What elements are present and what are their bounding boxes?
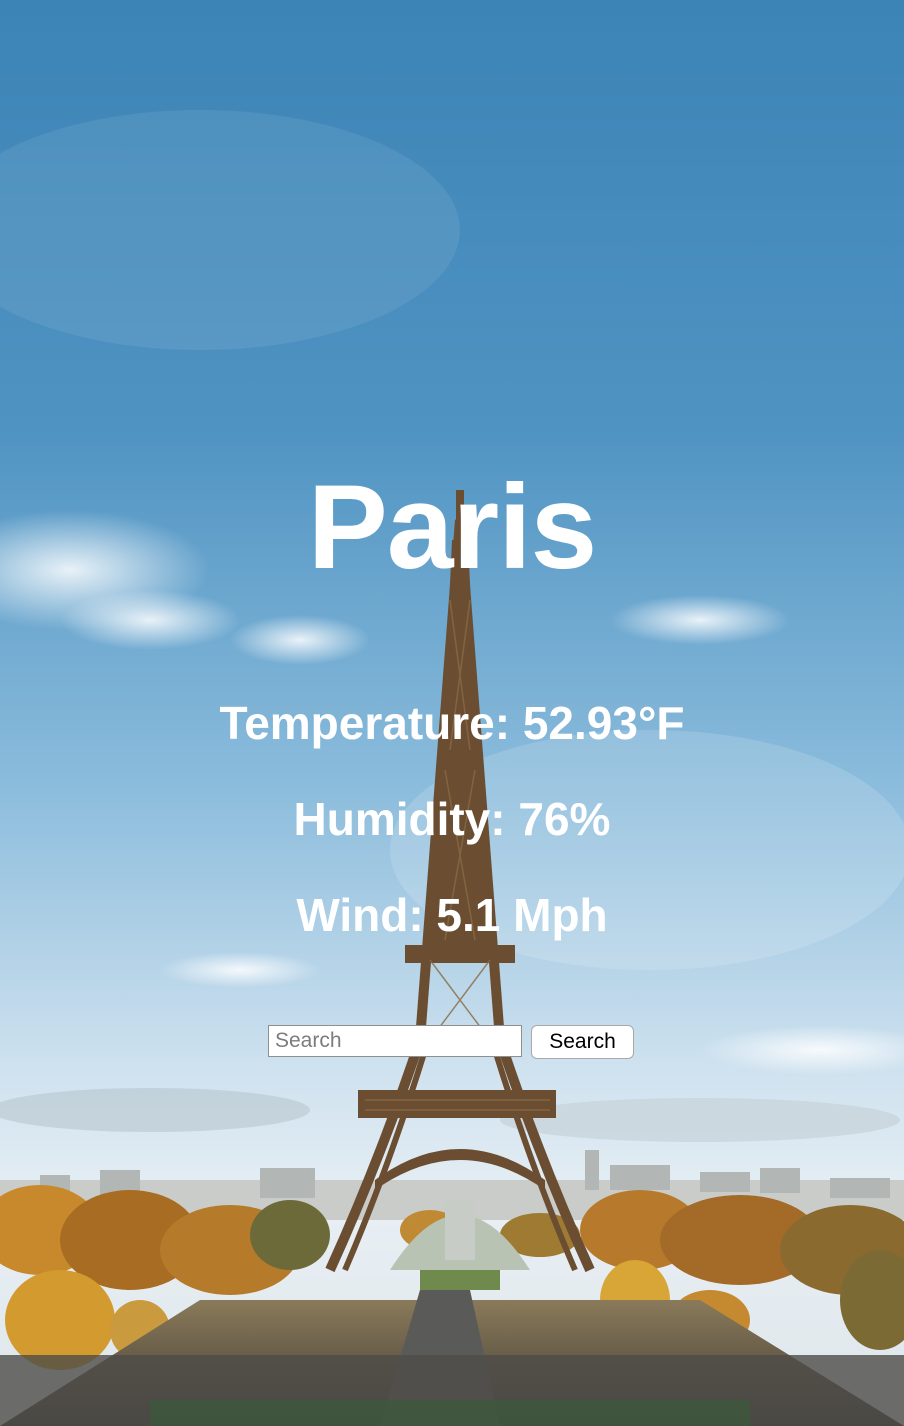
search-input[interactable] (268, 1025, 522, 1057)
temperature-reading: Temperature: 52.93°F (219, 697, 685, 749)
search-button[interactable]: Search (531, 1025, 634, 1059)
humidity-reading: Humidity: 76% (293, 793, 611, 845)
wind-reading: Wind: 5.1 Mph (296, 889, 608, 941)
weather-panel: Paris Temperature: 52.93°F Humidity: 76%… (0, 0, 904, 1426)
city-name: Paris (307, 460, 598, 594)
search-form: Search (268, 1025, 648, 1061)
